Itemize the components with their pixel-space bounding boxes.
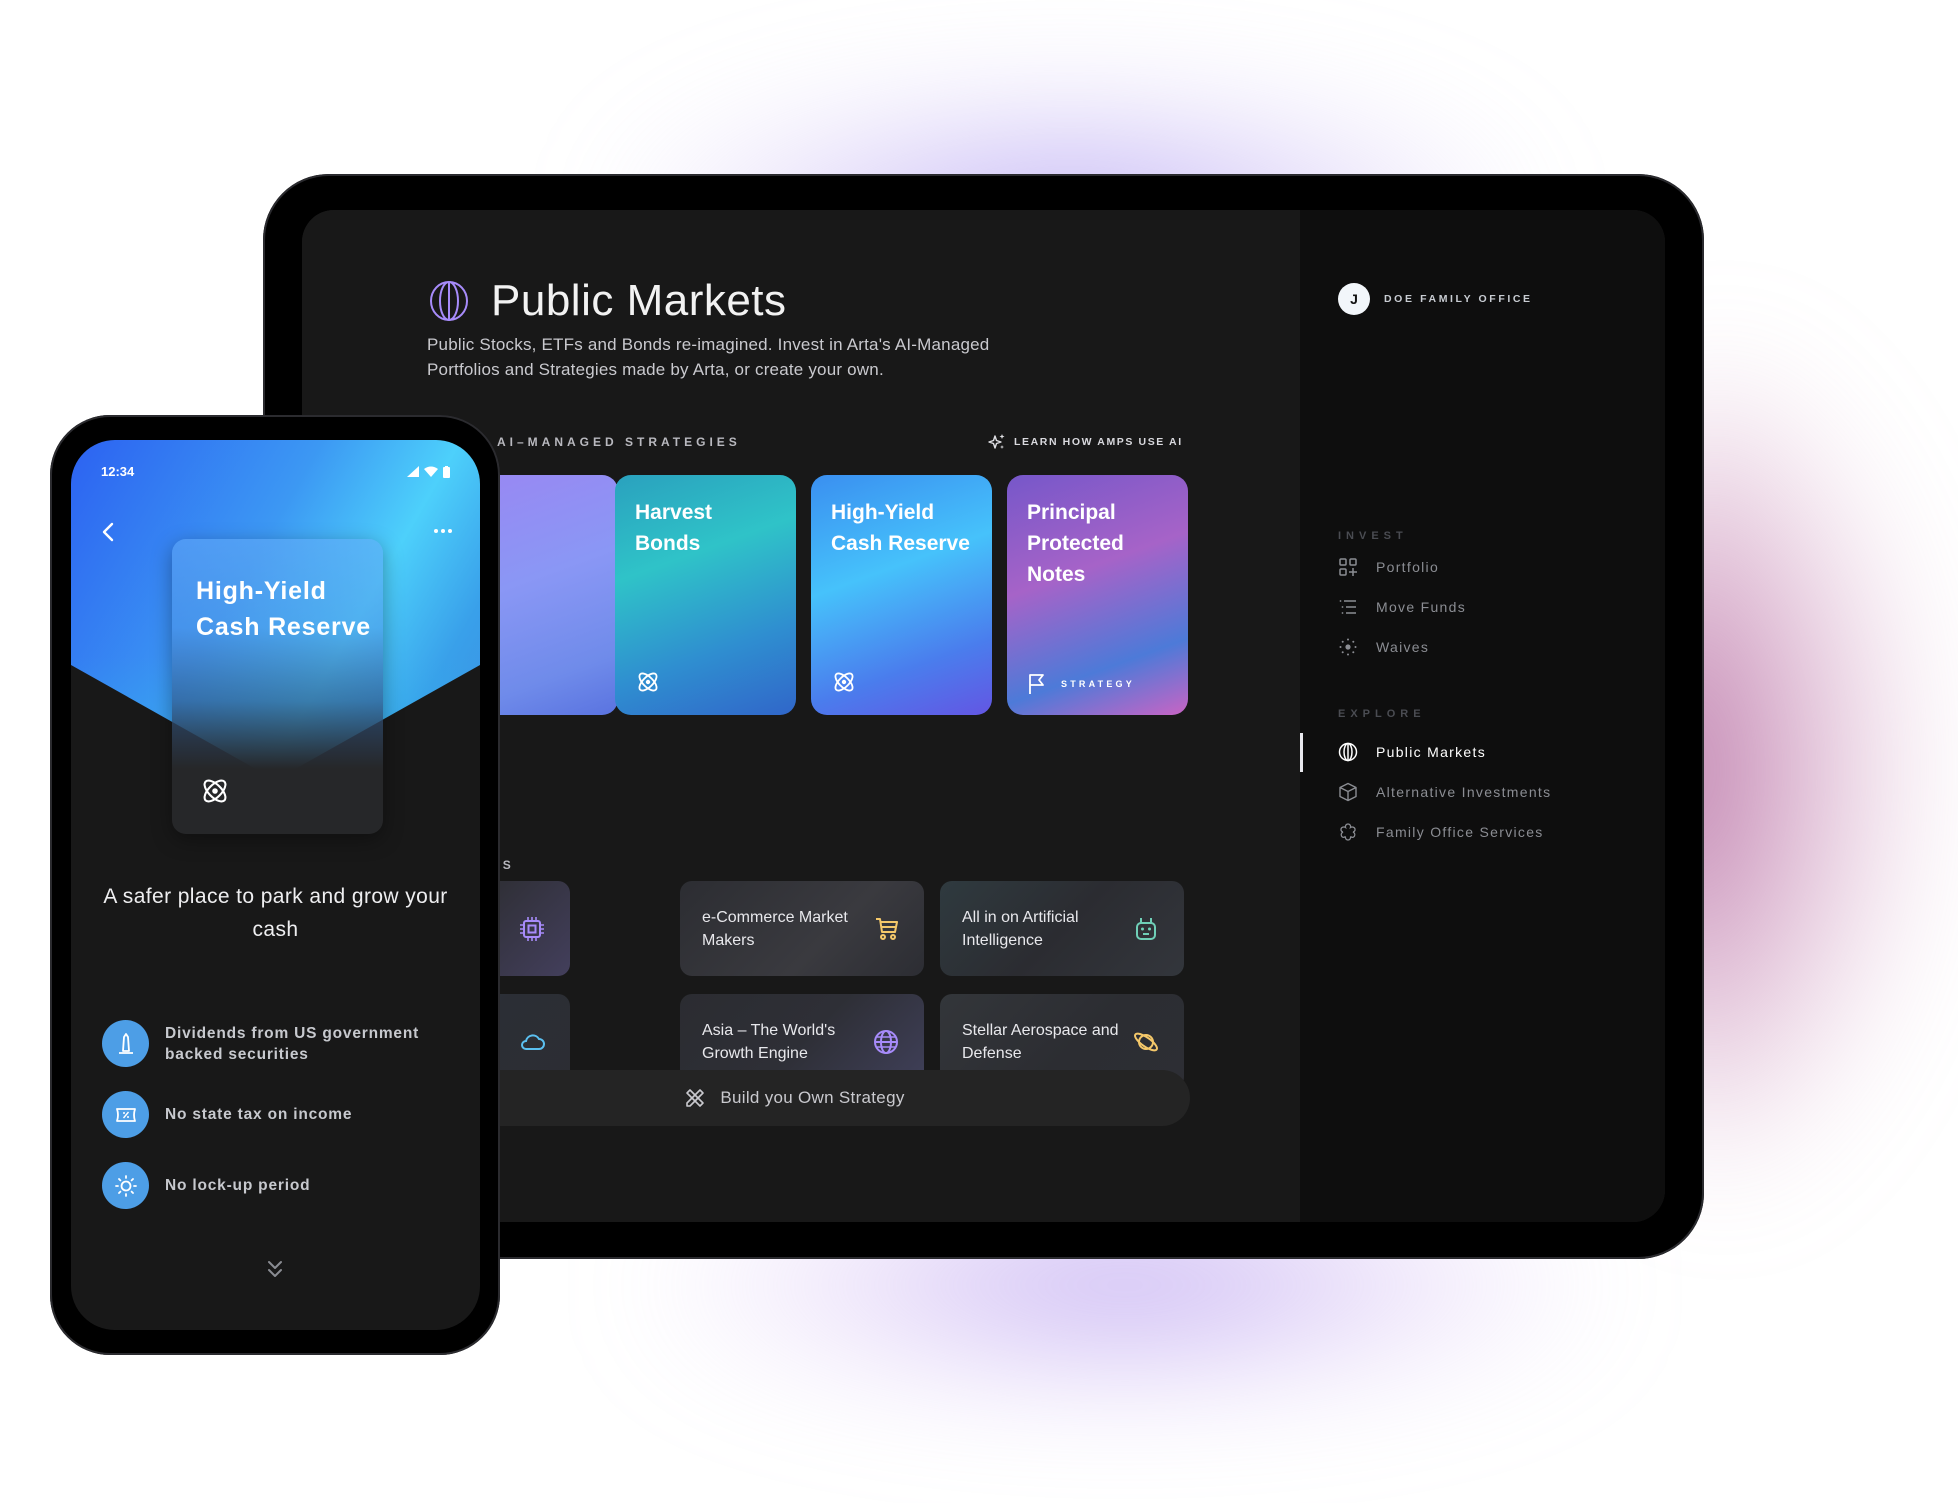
card-title: Harvest Bonds [635, 501, 713, 555]
account-name: DOE FAMILY OFFICE [1384, 293, 1533, 305]
sun-icon [102, 1162, 149, 1209]
sidebar-item-label: Portfolio [1376, 559, 1440, 575]
ticket-percent-icon [102, 1091, 149, 1138]
ai-strategies-label: AI–MANAGED STRATEGIES [497, 435, 741, 449]
sidebar-item-portfolio[interactable]: Portfolio [1338, 557, 1439, 577]
globe-icon [430, 281, 468, 321]
signal-icon [407, 466, 419, 477]
sidebar-item-public-markets[interactable]: Public Markets [1338, 742, 1486, 762]
page-subtitle: Public Stocks, ETFs and Bonds re-imagine… [427, 335, 990, 379]
pencil-ruler-icon [686, 1089, 705, 1107]
tile-title: Asia – The World's Growth Engine [702, 1021, 836, 1062]
planet-icon [1134, 1032, 1158, 1051]
sidebar-item-waives[interactable]: Waives [1338, 637, 1429, 657]
cart-icon [876, 917, 898, 940]
chevron-double-down-icon[interactable] [264, 1258, 286, 1282]
robot-icon [1136, 917, 1156, 940]
ai-strategy-card[interactable]: Harvest Bonds [615, 475, 796, 715]
atom-icon [203, 779, 227, 803]
monument-icon [102, 1020, 149, 1067]
build-button-label: Build you Own Strategy [720, 1088, 905, 1107]
strategy-tile[interactable]: All in on Artificial Intelligence [940, 881, 1184, 976]
cloud-icon [521, 1033, 545, 1050]
flower-icon [1340, 823, 1356, 841]
feature-item: No lock-up period [102, 1162, 310, 1209]
tile-title: Stellar Aerospace and Defense [962, 1021, 1119, 1062]
tablet-screen: Public Markets Public Stocks, ETFs and B… [302, 210, 1665, 1222]
tile-title: e-Commerce Market Makers [702, 908, 848, 949]
status-icons [407, 465, 450, 478]
sidebar-item-label: Waives [1376, 639, 1430, 655]
tile-title: All in on Artificial Intelligence [962, 908, 1079, 949]
invest-heading: INVEST [1338, 530, 1408, 542]
atom-icon [834, 672, 854, 692]
strategy-badge: STRATEGY [1061, 679, 1135, 689]
sidebar-item-family-office-services[interactable]: Family Office Services [1338, 822, 1544, 842]
status-bar: 12:34 [101, 464, 450, 479]
sidebar-item-move-funds[interactable]: Move Funds [1338, 597, 1466, 617]
strategy-tile[interactable]: e-Commerce Market Makers [680, 881, 924, 976]
explore-heading: EXPLORE [1338, 708, 1426, 720]
status-time: 12:34 [101, 464, 135, 479]
wifi-icon [424, 466, 438, 477]
feature-text: No lock-up period [165, 1177, 311, 1194]
back-arrow-icon[interactable] [99, 520, 119, 544]
sidebar-item-alternative-investments[interactable]: Alternative Investments [1338, 782, 1551, 802]
sidebar-item-label: Family Office Services [1376, 824, 1544, 840]
active-indicator [1300, 733, 1303, 772]
ai-strategy-card[interactable]: High-Yield Cash Reserve [811, 475, 992, 715]
flag-icon [1029, 674, 1044, 694]
page-header: Public Markets [427, 276, 787, 326]
feature-item: Dividends from US government backed secu… [102, 1020, 445, 1067]
feature-text: Dividends from US government backed secu… [165, 1024, 420, 1063]
avatar: J [1338, 283, 1370, 315]
battery-icon [443, 465, 450, 478]
globe-icon [874, 1029, 898, 1054]
tagline: A safer place to park and grow your cash [103, 885, 448, 941]
sidebar-item-label: Alternative Investments [1376, 784, 1552, 800]
sidebar-item-label: Public Markets [1376, 744, 1487, 760]
chip-icon [520, 916, 544, 941]
ai-strategy-card[interactable]: Principal Protected Notes STRATEGY [1007, 475, 1188, 715]
sparkle-icon [988, 434, 1005, 449]
phone-device: 12:34 High-Yield Cash Reserve A safer pl… [50, 415, 500, 1355]
globe-icon [1338, 742, 1358, 762]
phone-screen: 12:34 High-Yield Cash Reserve A safer pl… [71, 440, 480, 1330]
grid-plus-icon [1339, 558, 1357, 576]
atom-icon [638, 672, 658, 692]
strategy-card-title: High-Yield Cash Reserve [196, 577, 371, 641]
learn-how-amps-link[interactable]: LEARN HOW AMPS USE AI [988, 433, 1183, 451]
sidebar: J DOE FAMILY OFFICE INVEST Portfolio Mov… [1300, 210, 1665, 1222]
card-title: High-Yield Cash Reserve [831, 501, 970, 555]
cube-icon [1339, 782, 1357, 802]
dots-sun-icon [1339, 638, 1357, 656]
more-options-icon[interactable] [432, 525, 454, 537]
card-title: Principal Protected Notes [1027, 501, 1124, 586]
strategy-card[interactable]: High-Yield Cash Reserve [172, 539, 383, 834]
page-title: Public Markets [491, 276, 787, 325]
learn-link-label: LEARN HOW AMPS USE AI [1014, 436, 1183, 448]
feature-text: No state tax on income [165, 1106, 353, 1123]
list-icon [1339, 600, 1356, 614]
account-switcher[interactable]: J DOE FAMILY OFFICE [1338, 283, 1533, 315]
sidebar-item-label: Move Funds [1376, 599, 1467, 615]
build-own-strategy-button[interactable]: Build you Own Strategy [399, 1070, 1190, 1126]
feature-item: No state tax on income [102, 1091, 352, 1138]
